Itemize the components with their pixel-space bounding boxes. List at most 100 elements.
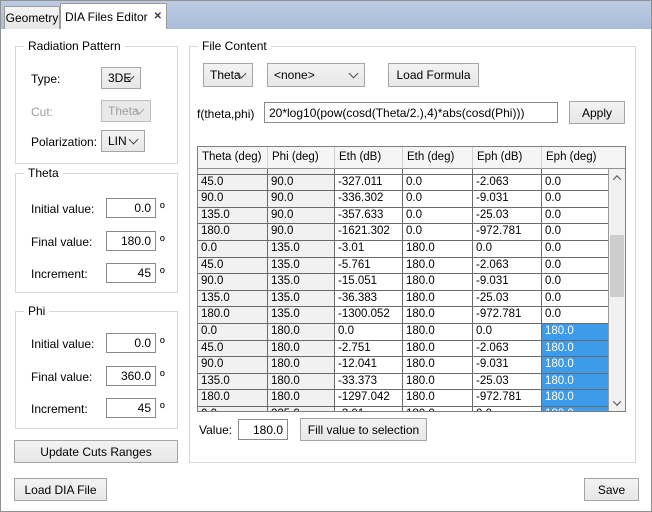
table-cell[interactable]: 180.0 [403, 374, 473, 391]
table-cell[interactable]: 180.0 [403, 407, 473, 411]
table-cell[interactable]: 180.0 [403, 241, 473, 258]
column-header[interactable]: Phi (deg) [268, 147, 335, 169]
table-cell[interactable]: -2.063 [473, 341, 542, 358]
column-select-combo[interactable]: Theta [203, 63, 253, 87]
table-cell[interactable]: 180.0 [403, 357, 473, 374]
table-cell[interactable]: -15.051 [335, 274, 403, 291]
table-cell[interactable]: 90.0 [268, 208, 335, 225]
table-cell[interactable]: 90.0 [198, 357, 268, 374]
table-cell[interactable]: -9.031 [473, 274, 542, 291]
table-cell[interactable]: 0.0 [403, 175, 473, 192]
table-cell[interactable]: 0.0 [542, 291, 608, 308]
table-cell[interactable]: 180.0 [403, 291, 473, 308]
table-cell[interactable]: -9.031 [473, 357, 542, 374]
theta-initial-input[interactable] [106, 198, 156, 218]
table-cell[interactable]: -25.03 [473, 208, 542, 225]
phi-increment-input[interactable] [106, 398, 156, 418]
table-cell[interactable]: 180.0 [542, 324, 608, 341]
formula-select-combo[interactable]: <none> [267, 63, 365, 87]
table-cell[interactable]: 135.0 [198, 374, 268, 391]
table-cell[interactable]: 45.0 [198, 175, 268, 192]
table-cell[interactable]: 135.0 [268, 291, 335, 308]
table-cell[interactable]: -36.383 [335, 291, 403, 308]
tab-geometry[interactable]: Geometry [4, 6, 60, 29]
table-cell[interactable]: 0.0 [198, 241, 268, 258]
save-button[interactable]: Save [584, 478, 639, 501]
table-cell[interactable]: -1621.302 [335, 224, 403, 241]
table-cell[interactable]: 225.0 [268, 407, 335, 411]
column-header[interactable]: Theta (deg) [198, 147, 268, 169]
table-cell[interactable]: -972.781 [473, 307, 542, 324]
table-cell[interactable]: 180.0 [542, 341, 608, 358]
scroll-up-button[interactable] [609, 169, 625, 186]
table-cell[interactable]: -336.302 [335, 191, 403, 208]
table-cell[interactable]: 0.0 [335, 324, 403, 341]
apply-button[interactable]: Apply [569, 101, 625, 124]
table-cell[interactable]: 90.0 [268, 175, 335, 192]
update-cuts-ranges-button[interactable]: Update Cuts Ranges [14, 440, 178, 463]
table-cell[interactable]: 180.0 [403, 324, 473, 341]
fill-value-button[interactable]: Fill value to selection [300, 418, 427, 441]
column-header[interactable]: Eth (dB) [335, 147, 403, 169]
table-cell[interactable]: 0.0 [473, 407, 542, 411]
table-cell[interactable]: 0.0 [542, 175, 608, 192]
table-cell[interactable]: 180.0 [542, 390, 608, 407]
table-cell[interactable]: -5.761 [335, 258, 403, 275]
table-cell[interactable]: 180.0 [403, 274, 473, 291]
table-cell[interactable]: -9.031 [473, 191, 542, 208]
vertical-scrollbar[interactable] [608, 169, 625, 411]
table-cell[interactable]: 0.0 [542, 241, 608, 258]
table-cell[interactable]: 45.0 [198, 258, 268, 275]
table-cell[interactable]: 0.0 [542, 258, 608, 275]
theta-final-input[interactable] [106, 231, 156, 251]
table-cell[interactable]: 0.0 [198, 324, 268, 341]
table-cell[interactable]: 0.0 [403, 224, 473, 241]
polarization-combo[interactable]: LIN [101, 130, 145, 152]
table-cell[interactable]: 135.0 [268, 258, 335, 275]
table-cell[interactable]: -25.03 [473, 374, 542, 391]
table-cell[interactable]: 180.0 [198, 224, 268, 241]
table-cell[interactable]: 180.0 [268, 374, 335, 391]
table-cell[interactable]: -972.781 [473, 224, 542, 241]
tab-dia-files-editor[interactable]: DIA Files Editor ✕ [60, 3, 167, 29]
table-cell[interactable]: -1300.052 [335, 307, 403, 324]
table-cell[interactable]: -12.041 [335, 357, 403, 374]
table-cell[interactable]: 180.0 [268, 341, 335, 358]
table-cell[interactable]: -33.373 [335, 374, 403, 391]
column-header[interactable]: Eph (dB) [473, 147, 542, 169]
theta-increment-input[interactable] [106, 263, 156, 283]
table-cell[interactable]: -25.03 [473, 291, 542, 308]
table-cell[interactable]: 180.0 [268, 324, 335, 341]
formula-input[interactable] [264, 102, 558, 123]
table-cell[interactable]: 180.0 [403, 341, 473, 358]
close-icon[interactable]: ✕ [154, 11, 162, 22]
scrollbar-thumb[interactable] [610, 235, 624, 297]
table-cell[interactable]: 90.0 [268, 224, 335, 241]
table-cell[interactable]: 0.0 [542, 274, 608, 291]
table-cell[interactable]: -327.011 [335, 175, 403, 192]
table-cell[interactable]: 180.0 [198, 307, 268, 324]
table-cell[interactable]: 0.0 [473, 324, 542, 341]
table-cell[interactable]: 0.0 [403, 191, 473, 208]
column-header[interactable]: Eph (deg) [542, 147, 608, 169]
table-cell[interactable]: 0.0 [403, 208, 473, 225]
table-cell[interactable]: 0.0 [542, 208, 608, 225]
table-cell[interactable]: -2.751 [335, 341, 403, 358]
table-cell[interactable]: -1297.042 [335, 390, 403, 407]
table-cell[interactable]: 180.0 [198, 390, 268, 407]
type-combo[interactable]: 3DE [101, 67, 141, 89]
table-cell[interactable]: 180.0 [542, 407, 608, 411]
load-formula-button[interactable]: Load Formula [388, 63, 479, 87]
table-cell[interactable]: 0.0 [473, 241, 542, 258]
table-cell[interactable]: -3.01 [335, 407, 403, 411]
table-cell[interactable]: 135.0 [198, 208, 268, 225]
table-cell[interactable]: 180.0 [268, 390, 335, 407]
fill-value-input[interactable] [238, 419, 288, 440]
table-cell[interactable]: 180.0 [403, 307, 473, 324]
table-cell[interactable]: -2.063 [473, 175, 542, 192]
table-cell[interactable]: -357.633 [335, 208, 403, 225]
phi-initial-input[interactable] [106, 333, 156, 353]
column-header[interactable]: Eth (deg) [403, 147, 473, 169]
table-cell[interactable]: 135.0 [268, 241, 335, 258]
table-cell[interactable]: 0.0 [542, 307, 608, 324]
